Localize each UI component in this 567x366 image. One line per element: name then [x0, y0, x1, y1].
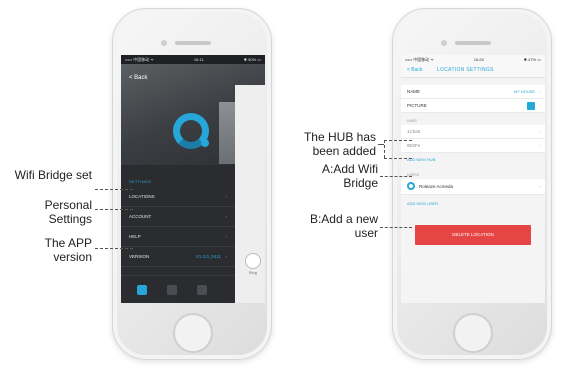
chevron-right-icon: › — [539, 143, 542, 148]
battery-text: ✱ 50% ▭ — [243, 57, 261, 62]
chevron-right-icon: › — [539, 89, 542, 94]
right-screen: ••••• 中国移动 ᯤ 16:28 ✱ 47% ▭ < Back LOCATI… — [401, 55, 545, 303]
annotation-bracket-line — [384, 140, 385, 158]
menu-item-label: VERSION — [129, 254, 150, 259]
annotation-text: B:Add a new user — [309, 212, 378, 240]
picture-icon — [527, 102, 535, 110]
hub-name: 8E0Fe — [407, 143, 421, 148]
annotation-leader-line — [380, 227, 412, 228]
user-name: Roleaze Acmeda — [419, 184, 454, 189]
logo-dot-icon — [201, 139, 209, 147]
annotation-text: The APP version — [44, 236, 92, 264]
annotation-leader-line — [380, 176, 412, 177]
status-bar: ••••• 中国移动 ᯤ 16:28 ✱ 47% ▭ — [401, 55, 545, 64]
status-bar: ••••• 中国移动 ᯤ 16:11 ✱ 50% ▭ — [121, 55, 265, 64]
ring-icon[interactable] — [245, 253, 261, 269]
name-value: MY HOUSE — [513, 89, 535, 94]
devices-tab-icon[interactable] — [167, 285, 177, 295]
add-new-user-link[interactable]: ADD NEW USER — [407, 201, 438, 206]
menu-item-locations[interactable]: LOCATIONS › — [121, 187, 235, 207]
user-avatar-icon — [407, 182, 415, 190]
hub-row[interactable]: 1Cba0 › — [401, 125, 545, 139]
name-row[interactable]: NAME MY HOUSE › — [401, 85, 545, 99]
chevron-right-icon: › — [539, 184, 542, 189]
carrier-text: ••••• 中国移动 ᯤ — [405, 57, 434, 62]
back-button[interactable]: < Back — [407, 67, 422, 73]
annotation-wifi-bridge-set: Wifi Bridge set — [6, 168, 92, 182]
speaker-slot — [175, 41, 211, 45]
hubs-section-title: HUBS — [407, 119, 417, 123]
annotation-leader-line — [384, 140, 412, 141]
annotation-text: Wifi Bridge set — [14, 168, 92, 182]
name-label: NAME — [407, 89, 421, 94]
annotation-app-version: The APP version — [6, 236, 92, 264]
menu-item-account[interactable]: ACCOUNT › — [121, 207, 235, 227]
home-button[interactable] — [173, 313, 213, 353]
chevron-right-icon: › — [225, 254, 228, 259]
chevron-right-icon: › — [225, 194, 228, 199]
chevron-right-icon: › — [225, 234, 228, 239]
annotation-leader-line — [95, 248, 133, 249]
picture-label: PICTURE — [407, 103, 427, 108]
scenes-tab-icon[interactable] — [197, 285, 207, 295]
speaker-slot — [455, 41, 491, 45]
ring-label: Ring — [248, 270, 257, 275]
front-camera — [441, 40, 447, 46]
nav-header: < Back LOCATION SETTINGS — [401, 64, 545, 78]
menu-item-help[interactable]: HELP › — [121, 227, 235, 247]
annotation-leader-line — [95, 209, 133, 210]
hub-name: 1Cba0 — [407, 129, 421, 134]
annotation-leader-line — [384, 158, 412, 159]
delete-location-button[interactable]: DELETE LOCATION — [415, 225, 531, 245]
annotation-add-user: B:Add a new user — [300, 212, 378, 240]
left-phone-frame: ••••• 中国移动 ᯤ 16:11 ✱ 50% ▭ < Back Ring S… — [112, 8, 272, 360]
annotation-add-wifi-bridge: A:Add Wifi Bridge — [300, 162, 378, 190]
chevron-right-icon: › — [225, 214, 228, 219]
picture-row[interactable]: PICTURE › — [401, 99, 545, 113]
menu-item-label: HELP — [129, 234, 141, 239]
annotation-hub-added: The HUB has been added — [286, 130, 376, 158]
annotation-leader-line — [95, 189, 133, 190]
version-value: V1.0.0_0411 — [195, 254, 221, 259]
annotation-text: The HUB has been added — [303, 130, 376, 158]
back-button[interactable]: < Back — [129, 75, 148, 81]
right-phone-frame: ••••• 中国移动 ᯤ 16:28 ✱ 47% ▭ < Back LOCATI… — [392, 8, 552, 360]
clock-text: 16:28 — [473, 57, 484, 62]
side-panel: Ring — [235, 85, 265, 303]
settings-section-title: SETTINGS — [129, 179, 152, 184]
menu-item-version[interactable]: VERSION V1.0.0_0411 › — [121, 247, 235, 267]
hub-row[interactable]: 8E0Fe › — [401, 139, 545, 153]
battery-text: ✱ 47% ▭ — [523, 57, 541, 62]
user-row[interactable]: Roleaze Acmeda › — [401, 179, 545, 195]
carrier-text: ••••• 中国移动 ᯤ — [125, 57, 154, 62]
tab-bar — [121, 275, 235, 303]
home-button[interactable] — [453, 313, 493, 353]
page-title: LOCATION SETTINGS — [437, 67, 494, 73]
annotation-personal-settings: Personal Settings — [6, 198, 92, 226]
menu-item-label: LOCATIONS — [129, 194, 155, 199]
front-camera — [161, 40, 167, 46]
annotation-text: A:Add Wifi Bridge — [321, 162, 378, 190]
home-tab-icon[interactable] — [137, 285, 147, 295]
chevron-right-icon: › — [539, 129, 542, 134]
chevron-right-icon: › — [539, 103, 542, 108]
left-screen: ••••• 中国移动 ᯤ 16:11 ✱ 50% ▭ < Back Ring S… — [121, 55, 265, 303]
annotation-text: Personal Settings — [44, 198, 92, 226]
menu-item-label: ACCOUNT — [129, 214, 152, 219]
clock-text: 16:11 — [193, 57, 204, 62]
